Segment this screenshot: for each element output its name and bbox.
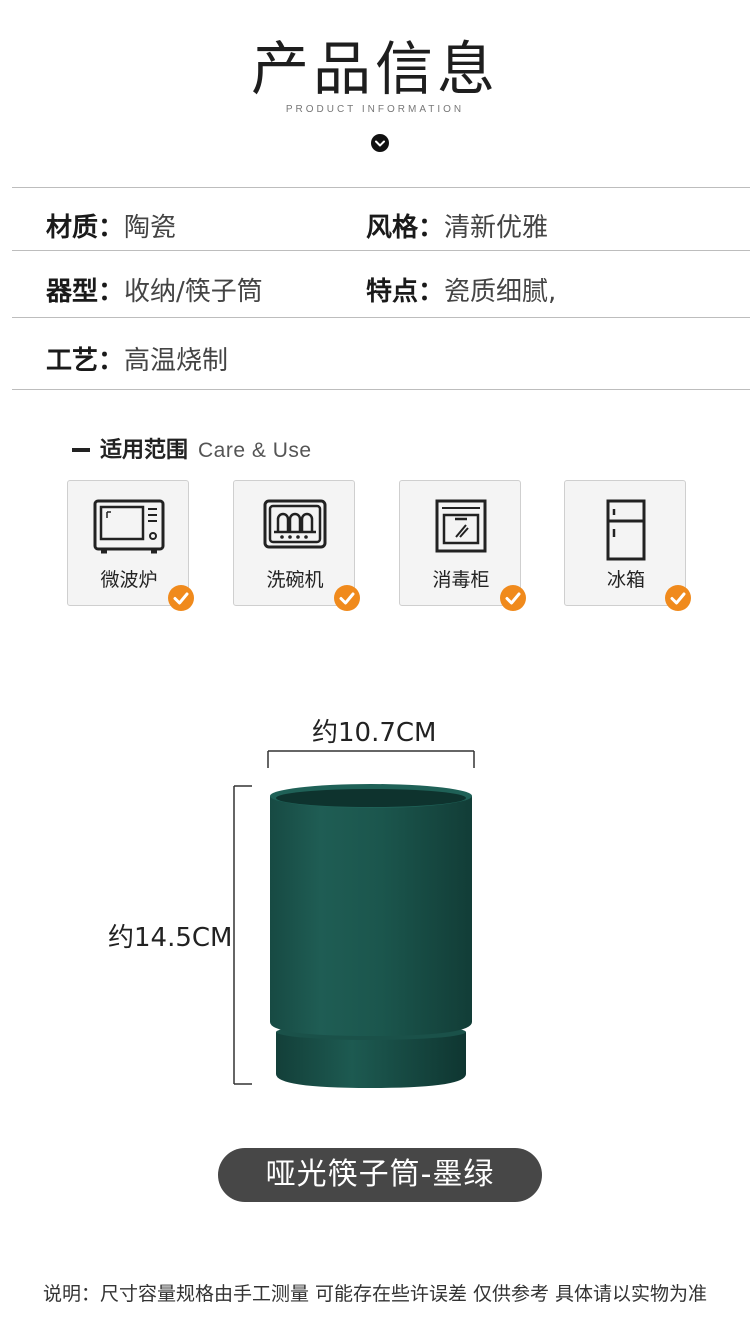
info-material: 材质：陶瓷 — [46, 207, 176, 244]
page-subtitle: PRODUCT INFORMATION — [285, 104, 465, 115]
care-heading-cn: 适用范围 — [100, 438, 189, 463]
info-value: 高温烧制 — [124, 346, 229, 376]
sterilizer-cabinet-icon — [435, 499, 487, 553]
info-value: 清新优雅 — [444, 213, 549, 243]
divider — [12, 389, 750, 390]
care-heading: 适用范围 Care & Use — [72, 432, 312, 463]
footer-note: 说明：尺寸容量规格由手工测量 可能存在些许误差 仅供参考 具体请以实物为准 — [42, 1283, 708, 1305]
width-dimension-label: 约10.7CM — [312, 718, 437, 748]
info-style: 风格：清新优雅 — [366, 207, 548, 244]
care-card-microwave: 微波炉 — [67, 480, 194, 611]
care-heading-en: Care & Use — [198, 439, 312, 462]
care-card-sterilizer: 消毒柜 — [399, 480, 526, 611]
divider — [12, 250, 750, 251]
info-value: 瓷质细腻, — [444, 277, 557, 307]
info-label: 风格： — [366, 213, 445, 243]
width-dimension-bracket — [267, 750, 475, 768]
info-value: 收纳/筷子筒 — [124, 277, 263, 307]
divider — [12, 187, 750, 188]
dash-icon — [72, 447, 90, 452]
info-craft: 工艺：高温烧制 — [46, 340, 228, 377]
check-icon — [500, 585, 526, 611]
info-label: 器型： — [46, 277, 125, 307]
height-dimension-bracket — [233, 785, 252, 1085]
info-label: 材质： — [46, 213, 125, 243]
info-value: 陶瓷 — [124, 213, 177, 243]
dishwasher-icon — [263, 499, 327, 549]
info-feature: 特点：瓷质细腻, — [366, 271, 556, 308]
info-label: 特点： — [366, 277, 445, 307]
refrigerator-icon — [606, 499, 646, 561]
product-image — [270, 784, 472, 1088]
microwave-icon — [93, 499, 165, 554]
info-type: 器型：收纳/筷子筒 — [46, 271, 263, 308]
check-icon — [665, 585, 691, 611]
care-card-dishwasher: 洗碗机 — [233, 480, 360, 611]
height-dimension-label: 约14.5CM — [108, 923, 233, 953]
check-icon — [334, 585, 360, 611]
product-caption: 哑光筷子筒-墨绿 — [218, 1148, 542, 1202]
chevron-down-circle-icon — [371, 134, 389, 152]
care-card-refrigerator: 冰箱 — [564, 480, 691, 611]
info-label: 工艺： — [46, 346, 125, 376]
page-title: 产品信息 — [250, 35, 499, 103]
divider — [12, 317, 750, 318]
check-icon — [168, 585, 194, 611]
